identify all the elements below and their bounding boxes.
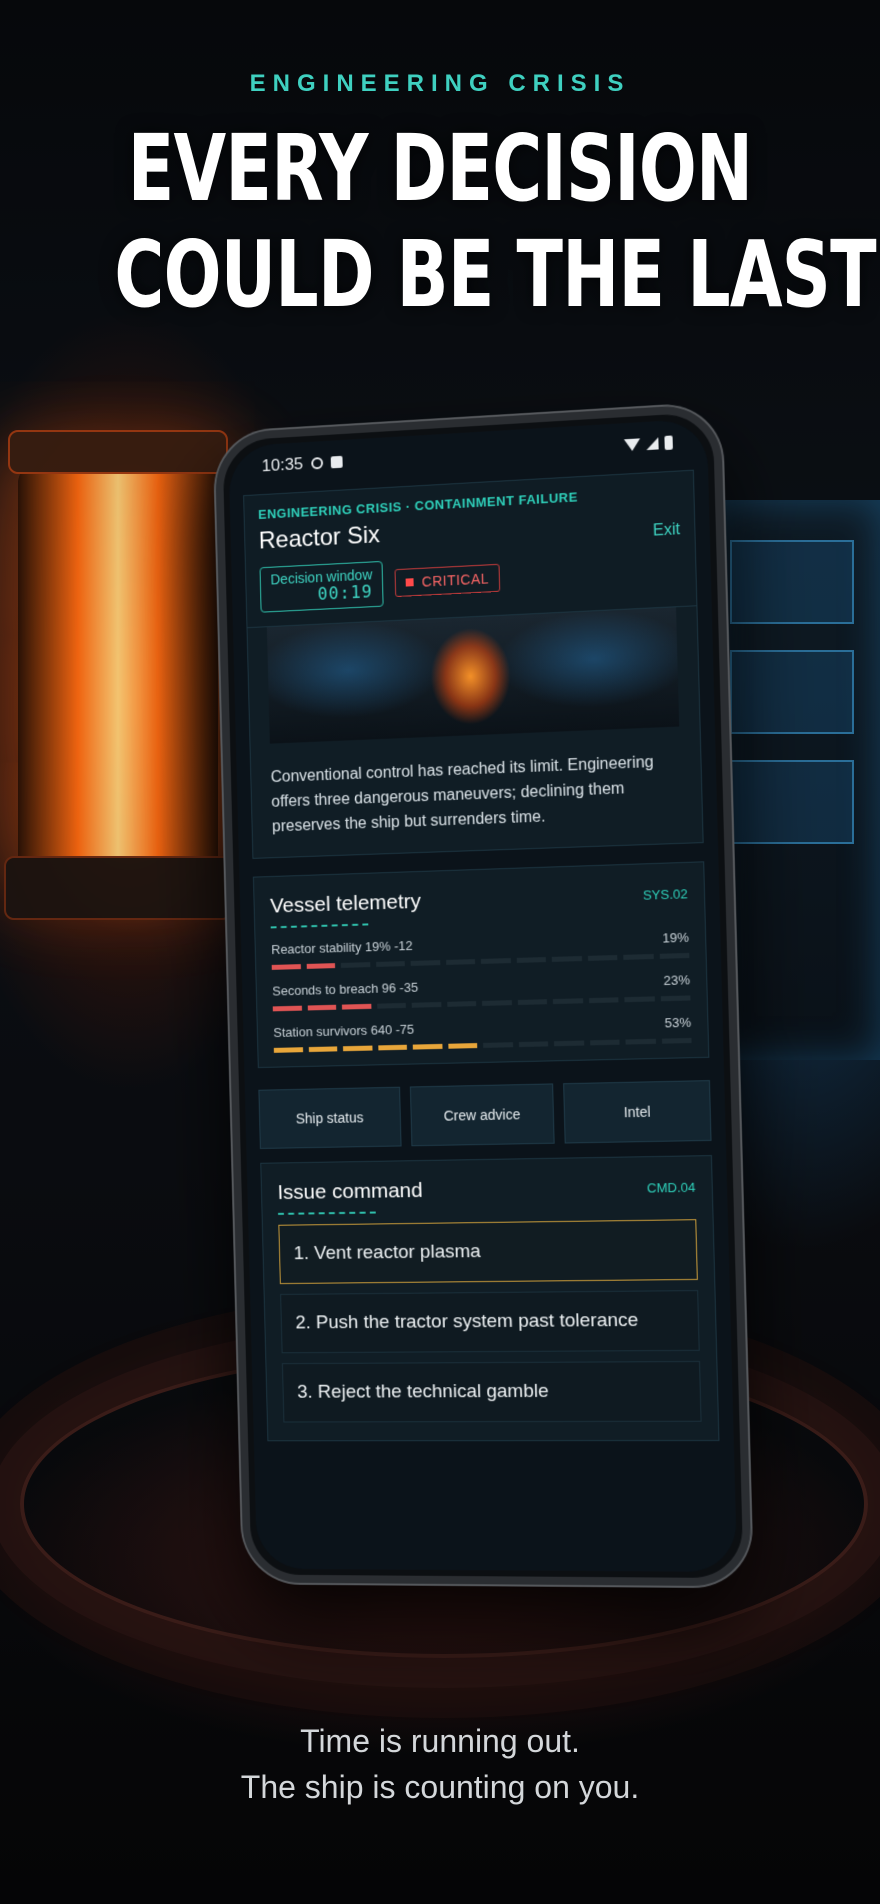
metric-bar bbox=[272, 995, 691, 1012]
bar-segment bbox=[342, 1045, 373, 1052]
console-screen bbox=[730, 760, 854, 844]
bar-segment bbox=[272, 1005, 302, 1012]
title-underline bbox=[278, 1211, 376, 1215]
metric-percent: 23% bbox=[663, 972, 691, 989]
status-time: 10:35 bbox=[261, 454, 304, 476]
bar-segment bbox=[447, 1043, 478, 1049]
command-option-vent[interactable]: 1. Vent reactor plasma bbox=[278, 1219, 698, 1285]
page-title: Reactor Six bbox=[258, 521, 381, 555]
bar-segment bbox=[375, 961, 405, 967]
tab-ship-status[interactable]: Ship status bbox=[258, 1086, 402, 1149]
bar-segment bbox=[517, 999, 548, 1005]
telemetry-metric: Reactor stability 19% -12 19% bbox=[271, 929, 690, 970]
reactor-illustration bbox=[4, 430, 232, 920]
bar-segment bbox=[412, 1043, 443, 1050]
bar-segment bbox=[410, 960, 440, 966]
hero-title: EVERY DECISION COULD BE THE LAST bbox=[114, 115, 876, 328]
tab-intel[interactable]: Intel bbox=[563, 1080, 712, 1144]
bar-segment bbox=[553, 1040, 584, 1047]
bar-segment bbox=[411, 1002, 441, 1008]
decision-timer: Decision window 00:19 bbox=[259, 560, 384, 613]
bar-segment bbox=[341, 1003, 371, 1010]
telemetry-panel: Vessel telemetry SYS.02 Reactor stabilit… bbox=[252, 861, 710, 1069]
severity-label: CRITICAL bbox=[421, 570, 490, 590]
metric-label: Station survivors 640 -75 bbox=[273, 1021, 415, 1041]
tab-crew-advice[interactable]: Crew advice bbox=[409, 1083, 556, 1147]
hero-title-line: EVERY DECISION bbox=[127, 115, 753, 222]
bar-segment bbox=[516, 957, 546, 963]
promo-page: ENGINEERING CRISIS EVERY DECISION COULD … bbox=[0, 0, 880, 1904]
hero-title-line: COULD BE THE LAST bbox=[114, 221, 876, 328]
bar-segment bbox=[307, 1004, 337, 1011]
bar-segment bbox=[377, 1044, 407, 1051]
tagline: Time is running out. The ship is countin… bbox=[0, 1718, 880, 1810]
bar-segment bbox=[518, 1041, 549, 1048]
metric-bar bbox=[271, 952, 690, 970]
bar-segment bbox=[481, 1000, 512, 1006]
bar-segment bbox=[660, 995, 691, 1002]
console-screen bbox=[730, 540, 854, 624]
story-text: Conventional control has reached its lim… bbox=[270, 753, 654, 836]
phone-frame: 10:35 ENGINEERING CRISIS · CONTAINMENT F… bbox=[214, 403, 752, 1587]
header-card: ENGINEERING CRISIS · CONTAINMENT FAILURE… bbox=[243, 469, 698, 629]
metric-percent: 19% bbox=[662, 929, 690, 946]
metric-percent: 53% bbox=[664, 1014, 692, 1031]
critical-icon bbox=[405, 578, 414, 587]
command-title: Issue command bbox=[277, 1178, 423, 1205]
bar-segment bbox=[659, 952, 690, 959]
bar-segment bbox=[588, 997, 619, 1004]
command-panel: Issue command CMD.04 1. Vent reactor pla… bbox=[260, 1155, 720, 1442]
tagline-line: The ship is counting on you. bbox=[240, 1769, 640, 1805]
status-badge: CRITICAL bbox=[394, 563, 501, 598]
title-underline bbox=[270, 923, 369, 929]
metric-label: Reactor stability 19% -12 bbox=[271, 937, 413, 958]
notification-icon bbox=[330, 455, 343, 469]
phone-screen: 10:35 ENGINEERING CRISIS · CONTAINMENT F… bbox=[228, 418, 738, 1572]
bar-segment bbox=[306, 963, 336, 969]
alarm-icon bbox=[310, 456, 323, 470]
console-screen bbox=[730, 650, 854, 734]
command-option-reject[interactable]: 3. Reject the technical gamble bbox=[281, 1360, 702, 1423]
bar-segment bbox=[445, 959, 476, 965]
telemetry-metric: Station survivors 640 -75 53% bbox=[273, 1014, 692, 1053]
signal-icon bbox=[646, 437, 659, 451]
bar-segment bbox=[625, 1038, 656, 1045]
telemetry-code: SYS.02 bbox=[642, 885, 688, 903]
wifi-icon bbox=[623, 438, 641, 452]
bar-segment bbox=[446, 1001, 477, 1007]
metric-bar bbox=[273, 1037, 692, 1053]
bar-segment bbox=[480, 958, 511, 964]
story-card: Conventional control has reached its lim… bbox=[246, 606, 704, 859]
bar-segment bbox=[552, 998, 583, 1005]
command-code: CMD.04 bbox=[646, 1179, 696, 1196]
bar-segment bbox=[587, 955, 618, 961]
command-option-tractor[interactable]: 2. Push the tractor system past toleranc… bbox=[280, 1290, 700, 1354]
bar-segment bbox=[273, 1047, 303, 1053]
bar-segment bbox=[589, 1039, 620, 1046]
bar-segment bbox=[376, 1002, 406, 1009]
bar-segment bbox=[483, 1042, 513, 1048]
bar-segment bbox=[308, 1046, 338, 1053]
bar-segment bbox=[340, 962, 370, 968]
bar-segment bbox=[624, 996, 655, 1003]
bar-segment bbox=[271, 964, 301, 970]
bar-segment bbox=[623, 953, 654, 960]
reactor-scene-image bbox=[266, 607, 680, 744]
exit-button[interactable]: Exit bbox=[653, 521, 681, 541]
info-tabs: Ship status Crew advice Intel bbox=[258, 1080, 712, 1149]
metric-label: Seconds to breach 96 -35 bbox=[272, 979, 419, 999]
telemetry-metric: Seconds to breach 96 -35 23% bbox=[272, 972, 691, 1012]
battery-icon bbox=[664, 435, 673, 451]
bar-segment bbox=[551, 956, 582, 962]
telemetry-title: Vessel telemetry bbox=[269, 889, 422, 918]
bar-segment bbox=[661, 1037, 692, 1044]
tagline-line: Time is running out. bbox=[300, 1723, 580, 1759]
hero-eyebrow: ENGINEERING CRISIS bbox=[249, 70, 631, 97]
